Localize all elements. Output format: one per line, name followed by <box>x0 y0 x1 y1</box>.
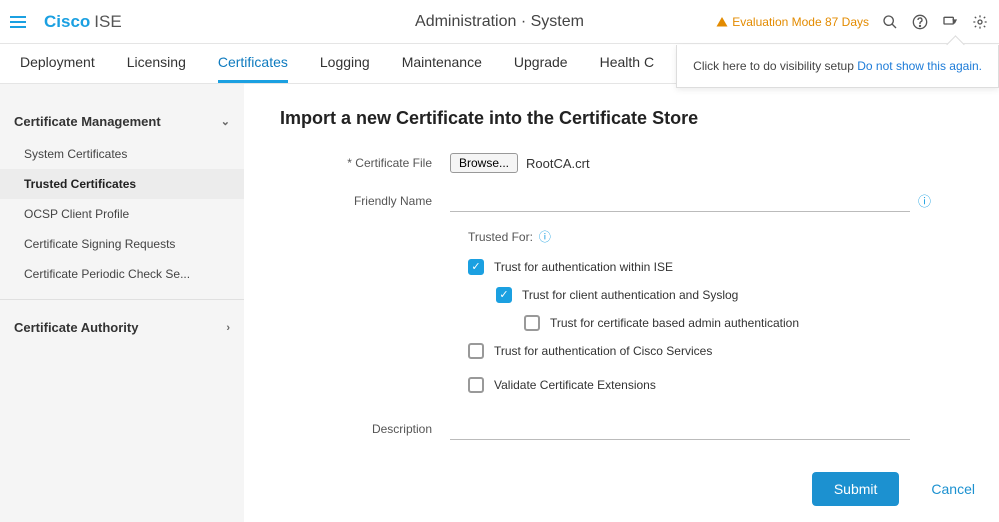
checkbox-row-ise-auth: Trust for authentication within ISE <box>468 259 975 275</box>
tab-certificates[interactable]: Certificates <box>218 44 288 83</box>
checkbox-row-validate-ext: Validate Certificate Extensions <box>468 377 975 393</box>
sidebar-group-cert-mgmt[interactable]: Certificate Management ⌄ <box>0 104 244 139</box>
brand-primary: Cisco <box>44 12 90 31</box>
checkbox-row-admin-auth: Trust for certificate based admin authen… <box>524 315 975 331</box>
field-description <box>450 417 975 440</box>
main-content: Import a new Certificate into the Certif… <box>244 84 999 522</box>
evaluation-text: Evaluation Mode 87 Days <box>732 15 869 29</box>
checkbox-client-auth[interactable] <box>496 287 512 303</box>
label-friendly-name: Friendly Name <box>280 194 450 208</box>
checkbox-label: Trust for certificate based admin authen… <box>550 316 799 330</box>
sidebar: Certificate Management ⌄ System Certific… <box>0 84 244 522</box>
sidebar-item-certificate-signing-requests[interactable]: Certificate Signing Requests <box>0 229 244 259</box>
label-description: Description <box>280 422 450 436</box>
sidebar-item-ocsp-client-profile[interactable]: OCSP Client Profile <box>0 199 244 229</box>
app-body: Certificate Management ⌄ System Certific… <box>0 84 999 522</box>
checkbox-label: Trust for authentication within ISE <box>494 260 673 274</box>
trusted-for-label: Trusted For: <box>468 230 533 244</box>
tab-logging[interactable]: Logging <box>320 44 370 83</box>
info-icon[interactable]: ⓘ <box>918 191 931 210</box>
chevron-right-icon: › <box>226 322 230 334</box>
help-icon[interactable] <box>911 13 929 31</box>
row-description: Description <box>280 417 975 440</box>
page-title: Import a new Certificate into the Certif… <box>280 108 975 129</box>
sidebar-item-system-certificates[interactable]: System Certificates <box>0 139 244 169</box>
chevron-down-icon: ⌄ <box>221 115 230 128</box>
sidebar-separator <box>0 299 244 300</box>
evaluation-badge: Evaluation Mode 87 Days <box>716 15 869 29</box>
checkbox-label: Validate Certificate Extensions <box>494 378 656 392</box>
field-cert-file: Browse... RootCA.crt <box>450 153 975 173</box>
selected-file-name: RootCA.crt <box>526 156 590 171</box>
sidebar-group-label: Certificate Management <box>14 114 161 129</box>
brand-secondary: ISE <box>94 12 121 31</box>
sidebar-group-label: Certificate Authority <box>14 320 138 335</box>
sidebar-item-certificate-periodic-check-se-[interactable]: Certificate Periodic Check Se... <box>0 259 244 289</box>
trusted-for-block: Trusted For: ⓘ Trust for authentication … <box>468 228 975 393</box>
brand: CiscoISE <box>44 12 122 32</box>
sidebar-group-cert-auth[interactable]: Certificate Authority › <box>0 310 244 345</box>
label-cert-file: * Certificate File <box>280 156 450 170</box>
row-friendly-name: Friendly Name ⓘ <box>280 189 975 212</box>
popup-dismiss-link[interactable]: Do not show this again. <box>857 59 982 73</box>
sidebar-item-trusted-certificates[interactable]: Trusted Certificates <box>0 169 244 199</box>
submit-button[interactable]: Submit <box>812 472 900 506</box>
checkbox-ise-auth[interactable] <box>468 259 484 275</box>
visibility-popup: Click here to do visibility setup Do not… <box>676 45 999 88</box>
tools-icon[interactable] <box>941 13 959 31</box>
checkbox-label: Trust for client authentication and Sysl… <box>522 288 738 302</box>
row-cert-file: * Certificate File Browse... RootCA.crt <box>280 153 975 173</box>
popup-text: Click here to do visibility setup <box>693 59 857 73</box>
tab-deployment[interactable]: Deployment <box>20 44 95 83</box>
trusted-for-heading: Trusted For: ⓘ <box>468 228 975 245</box>
browse-button[interactable]: Browse... <box>450 153 518 173</box>
field-friendly-name: ⓘ <box>450 189 975 212</box>
app-header: CiscoISE Administration · System Evaluat… <box>0 0 999 44</box>
sidebar-items-cert-mgmt: System CertificatesTrusted CertificatesO… <box>0 139 244 289</box>
search-icon[interactable] <box>881 13 899 31</box>
tab-licensing[interactable]: Licensing <box>127 44 186 83</box>
checkbox-row-client-auth: Trust for client authentication and Sysl… <box>496 287 975 303</box>
tab-upgrade[interactable]: Upgrade <box>514 44 568 83</box>
checkbox-admin-auth[interactable] <box>524 315 540 331</box>
info-icon[interactable]: ⓘ <box>539 228 551 245</box>
cancel-button[interactable]: Cancel <box>931 481 975 497</box>
form-actions: Submit Cancel <box>812 472 975 506</box>
warning-icon <box>716 16 728 28</box>
tab-health-c[interactable]: Health C <box>600 44 654 83</box>
checkbox-label: Trust for authentication of Cisco Servic… <box>494 344 712 358</box>
header-right: Evaluation Mode 87 Days <box>716 13 989 31</box>
breadcrumb: Administration · System <box>415 13 584 31</box>
menu-icon[interactable] <box>10 10 34 34</box>
friendly-name-input[interactable] <box>450 189 910 212</box>
gear-icon[interactable] <box>971 13 989 31</box>
description-input[interactable] <box>450 417 910 440</box>
tab-maintenance[interactable]: Maintenance <box>402 44 482 83</box>
checkbox-cisco-services[interactable] <box>468 343 484 359</box>
checkbox-row-cisco-services: Trust for authentication of Cisco Servic… <box>468 343 975 359</box>
checkbox-validate-ext[interactable] <box>468 377 484 393</box>
